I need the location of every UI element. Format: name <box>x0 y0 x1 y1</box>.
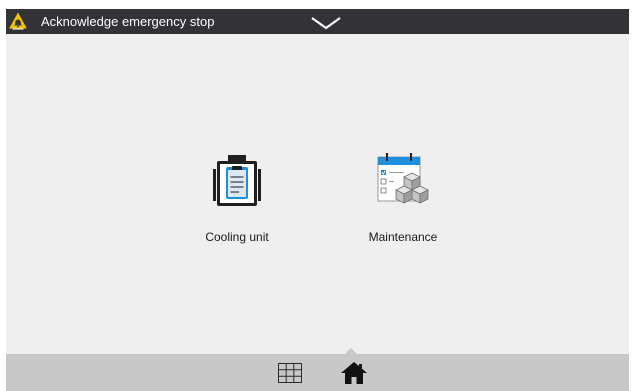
cooling-unit-icon <box>213 155 261 206</box>
active-indicator <box>345 348 357 354</box>
alarm-bar[interactable]: Acknowledge emergency stop <box>6 9 629 34</box>
home-icon[interactable] <box>340 360 368 386</box>
maintenance-tile[interactable]: Maintenance <box>338 141 468 251</box>
screen-frame: Acknowledge emergency stop Cooling unit <box>6 9 629 391</box>
chevron-down-icon[interactable] <box>308 11 344 33</box>
grid-icon[interactable] <box>276 360 304 386</box>
warning-bell-icon <box>9 12 27 30</box>
cooling-unit-label: Cooling unit <box>205 230 269 244</box>
alarm-message[interactable]: Acknowledge emergency stop <box>41 9 214 34</box>
maintenance-icon <box>377 153 429 204</box>
bottom-navigation-bar <box>6 348 629 391</box>
cooling-unit-tile[interactable]: Cooling unit <box>172 141 302 251</box>
maintenance-label: Maintenance <box>368 230 438 244</box>
